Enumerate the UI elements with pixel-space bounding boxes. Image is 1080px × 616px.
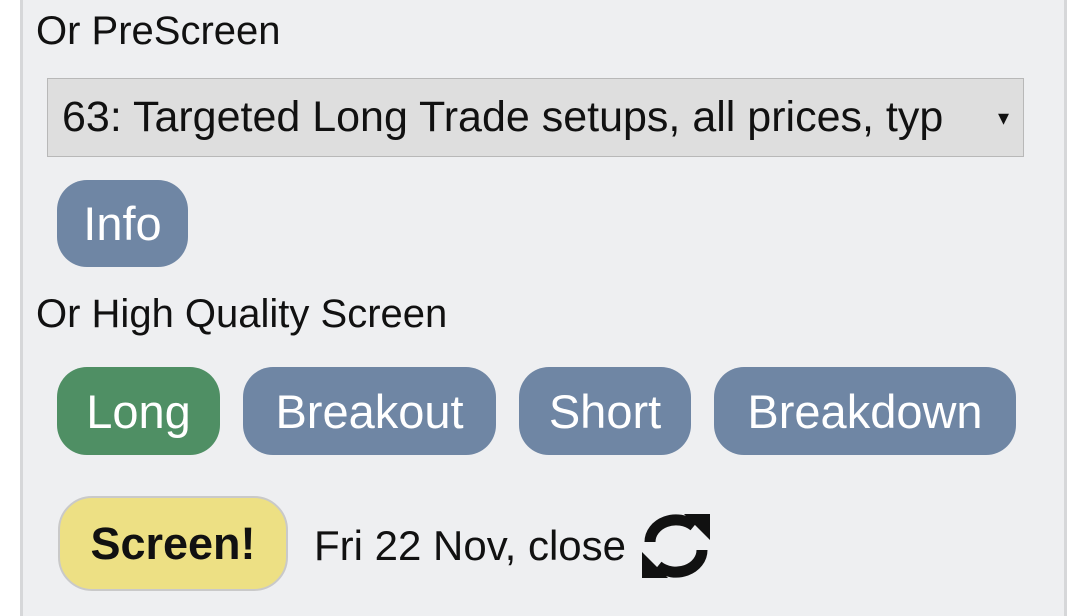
screen-button[interactable]: Screen!: [58, 496, 288, 591]
chevron-down-icon: ▾: [997, 105, 1009, 130]
prescreen-selected-value: 63: Targeted Long Trade setups, all pric…: [62, 93, 944, 141]
long-button[interactable]: Long: [57, 367, 220, 455]
info-button[interactable]: Info: [57, 180, 188, 267]
breakdown-button[interactable]: Breakdown: [714, 367, 1016, 455]
refresh-icon[interactable]: [640, 512, 712, 580]
prescreen-heading: Or PreScreen: [36, 9, 281, 53]
hq-screen-heading: Or High Quality Screen: [36, 292, 448, 336]
breakout-button[interactable]: Breakout: [243, 367, 496, 455]
data-date-label: Fri 22 Nov, close: [314, 522, 626, 569]
prescreen-select[interactable]: 63: Targeted Long Trade setups, all pric…: [47, 78, 1024, 157]
short-button[interactable]: Short: [519, 367, 691, 455]
